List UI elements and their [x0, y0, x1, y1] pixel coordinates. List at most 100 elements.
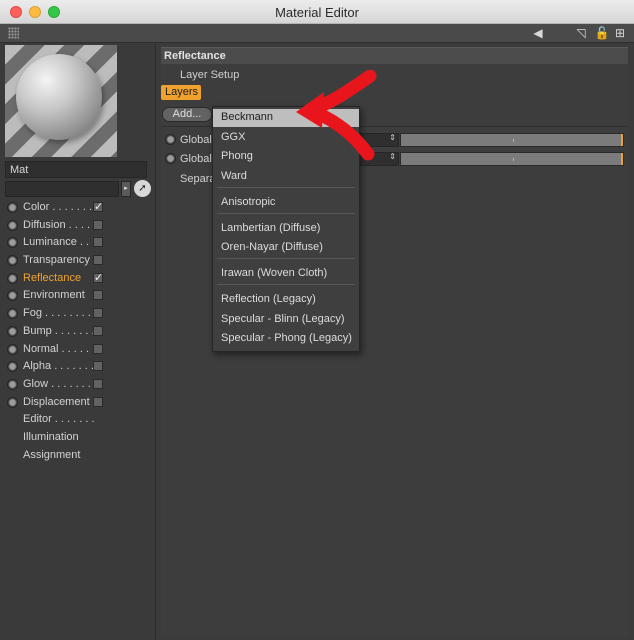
channel-item[interactable]: Glow . . . . . . . . — [0, 376, 156, 394]
channel-checkbox[interactable] — [93, 308, 103, 319]
material-preview[interactable] — [5, 45, 117, 157]
global-specular-slider[interactable] — [400, 152, 624, 166]
channel-label: Editor . . . . . . . — [23, 413, 95, 426]
channel-checkbox[interactable] — [93, 343, 103, 354]
menu-item[interactable]: Specular - Blinn (Legacy) — [213, 311, 359, 329]
section-title: Reflectance — [164, 50, 226, 62]
menu-item[interactable]: Reflection (Legacy) — [213, 291, 359, 309]
channel-radio[interactable] — [7, 308, 18, 320]
channel-item[interactable]: Editor . . . . . . . — [0, 411, 156, 429]
channel-label: Reflectance — [23, 271, 82, 284]
channel-item[interactable]: Color . . . . . . . — [0, 199, 156, 217]
channel-radio[interactable] — [7, 290, 18, 302]
slider-handle[interactable] — [621, 153, 623, 165]
menu-separator — [217, 258, 355, 259]
material-link-dropdown[interactable]: ▸ — [121, 181, 131, 197]
channel-radio[interactable] — [7, 325, 18, 337]
channel-label: Assignment — [23, 448, 81, 461]
layer-setup-label[interactable]: Layer Setup — [180, 69, 239, 81]
channel-label: Illumination — [23, 430, 79, 443]
channel-item[interactable]: Fog . . . . . . . . — [0, 305, 156, 323]
tab-layers[interactable]: Layers — [161, 85, 201, 100]
channel-radio[interactable] — [7, 237, 18, 249]
grip-icon[interactable] — [8, 27, 19, 39]
channel-item[interactable]: Normal . . . . . . — [0, 341, 156, 359]
channel-radio[interactable] — [7, 255, 18, 267]
menu-separator — [217, 284, 355, 285]
global-reflection-label: Global — [180, 134, 212, 146]
channel-item[interactable]: Diffusion . . . . — [0, 217, 156, 235]
channel-radio[interactable] — [7, 361, 18, 373]
menu-item[interactable]: Ward — [213, 168, 359, 186]
add-layer-button[interactable]: Add... — [162, 107, 212, 122]
pick-icon[interactable]: ➚ — [134, 180, 151, 197]
channel-label: Alpha . . . . . . . — [23, 360, 94, 373]
channel-radio[interactable] — [7, 343, 18, 355]
channel-label: Bump . . . . . . . — [23, 324, 95, 337]
new-window-icon[interactable]: ⊞ — [612, 25, 628, 41]
channel-checkbox[interactable] — [93, 237, 103, 248]
channel-radio[interactable] — [7, 272, 18, 284]
channel-label: Luminance . . . — [23, 236, 96, 249]
channel-label: Normal . . . . . . — [23, 342, 96, 355]
channel-label: Fog . . . . . . . . — [23, 307, 91, 320]
menu-item[interactable]: Lambertian (Diffuse) — [213, 220, 359, 238]
channel-item[interactable]: Environment — [0, 287, 156, 305]
title-bar: Material Editor — [0, 0, 634, 24]
menu-item[interactable]: Anisotropic — [213, 194, 359, 212]
channel-checkbox[interactable] — [93, 325, 103, 336]
channel-checkbox[interactable] — [93, 219, 103, 230]
channel-item[interactable]: Illumination — [0, 429, 156, 447]
stepper-icon[interactable]: ⇕ — [389, 133, 396, 142]
material-name-field[interactable]: Mat — [5, 161, 147, 178]
menu-separator — [217, 187, 355, 188]
slider-handle[interactable] — [621, 134, 623, 146]
forward-arrow-icon[interactable]: ◹ — [573, 25, 589, 41]
channel-radio[interactable] — [7, 219, 18, 231]
lock-icon[interactable]: 🔓 — [594, 25, 610, 41]
channel-item[interactable]: Reflectance — [0, 270, 156, 288]
stepper-icon[interactable]: ⇕ — [389, 152, 396, 161]
channel-label: Diffusion . . . . — [23, 218, 91, 231]
global-specular-radio[interactable] — [165, 153, 176, 164]
separate-pass-label: Separa — [180, 173, 216, 185]
channel-item[interactable]: Assignment — [0, 447, 156, 465]
channel-label: Transparency — [23, 254, 90, 267]
channel-radio[interactable] — [7, 396, 18, 408]
channel-radio[interactable] — [7, 202, 18, 213]
channel-label: Glow . . . . . . . . — [23, 377, 97, 390]
channel-item[interactable]: Transparency — [0, 252, 156, 270]
channel-item[interactable]: Bump . . . . . . . — [0, 323, 156, 341]
global-specular-label: Global — [180, 153, 212, 165]
channel-checkbox[interactable] — [93, 361, 103, 372]
channel-label: Environment — [23, 289, 85, 302]
menu-item[interactable]: Specular - Phong (Legacy) — [213, 330, 359, 348]
channel-list: Color . . . . . . . Diffusion . . . . Lumi… — [0, 199, 156, 464]
red-arrow-annotation — [296, 70, 377, 161]
channel-label: Color . . . . . . . — [23, 201, 93, 213]
menu-item[interactable]: Irawan (Woven Cloth) — [213, 265, 359, 283]
channel-checkbox[interactable] — [93, 290, 103, 301]
slider-tick — [513, 139, 514, 142]
material-link-field[interactable] — [5, 181, 119, 197]
channel-item[interactable]: Displacement — [0, 394, 156, 412]
slider-tick — [513, 158, 514, 161]
channel-checkbox[interactable] — [93, 378, 103, 389]
channel-radio[interactable] — [7, 378, 18, 390]
global-reflection-slider[interactable] — [400, 133, 624, 147]
channel-item[interactable]: Alpha . . . . . . . — [0, 358, 156, 376]
menu-item[interactable]: Oren-Nayar (Diffuse) — [213, 239, 359, 257]
menu-separator — [217, 213, 355, 214]
left-panel: Mat ▸ ➚ Color . . . . . . . Diffusion . .… — [0, 43, 156, 640]
preview-sphere — [16, 54, 102, 140]
channel-checkbox[interactable] — [93, 271, 103, 284]
global-reflection-radio[interactable] — [165, 134, 176, 145]
channel-checkbox[interactable] — [93, 396, 103, 407]
channel-label: Displacement — [23, 395, 90, 408]
window-title: Material Editor — [275, 5, 359, 20]
channel-checkbox[interactable] — [93, 200, 103, 213]
channel-item[interactable]: Luminance . . . — [0, 234, 156, 252]
back-arrow-icon[interactable]: ◀ — [530, 25, 546, 41]
section-header: Reflectance — [161, 47, 628, 64]
channel-checkbox[interactable] — [93, 255, 103, 266]
